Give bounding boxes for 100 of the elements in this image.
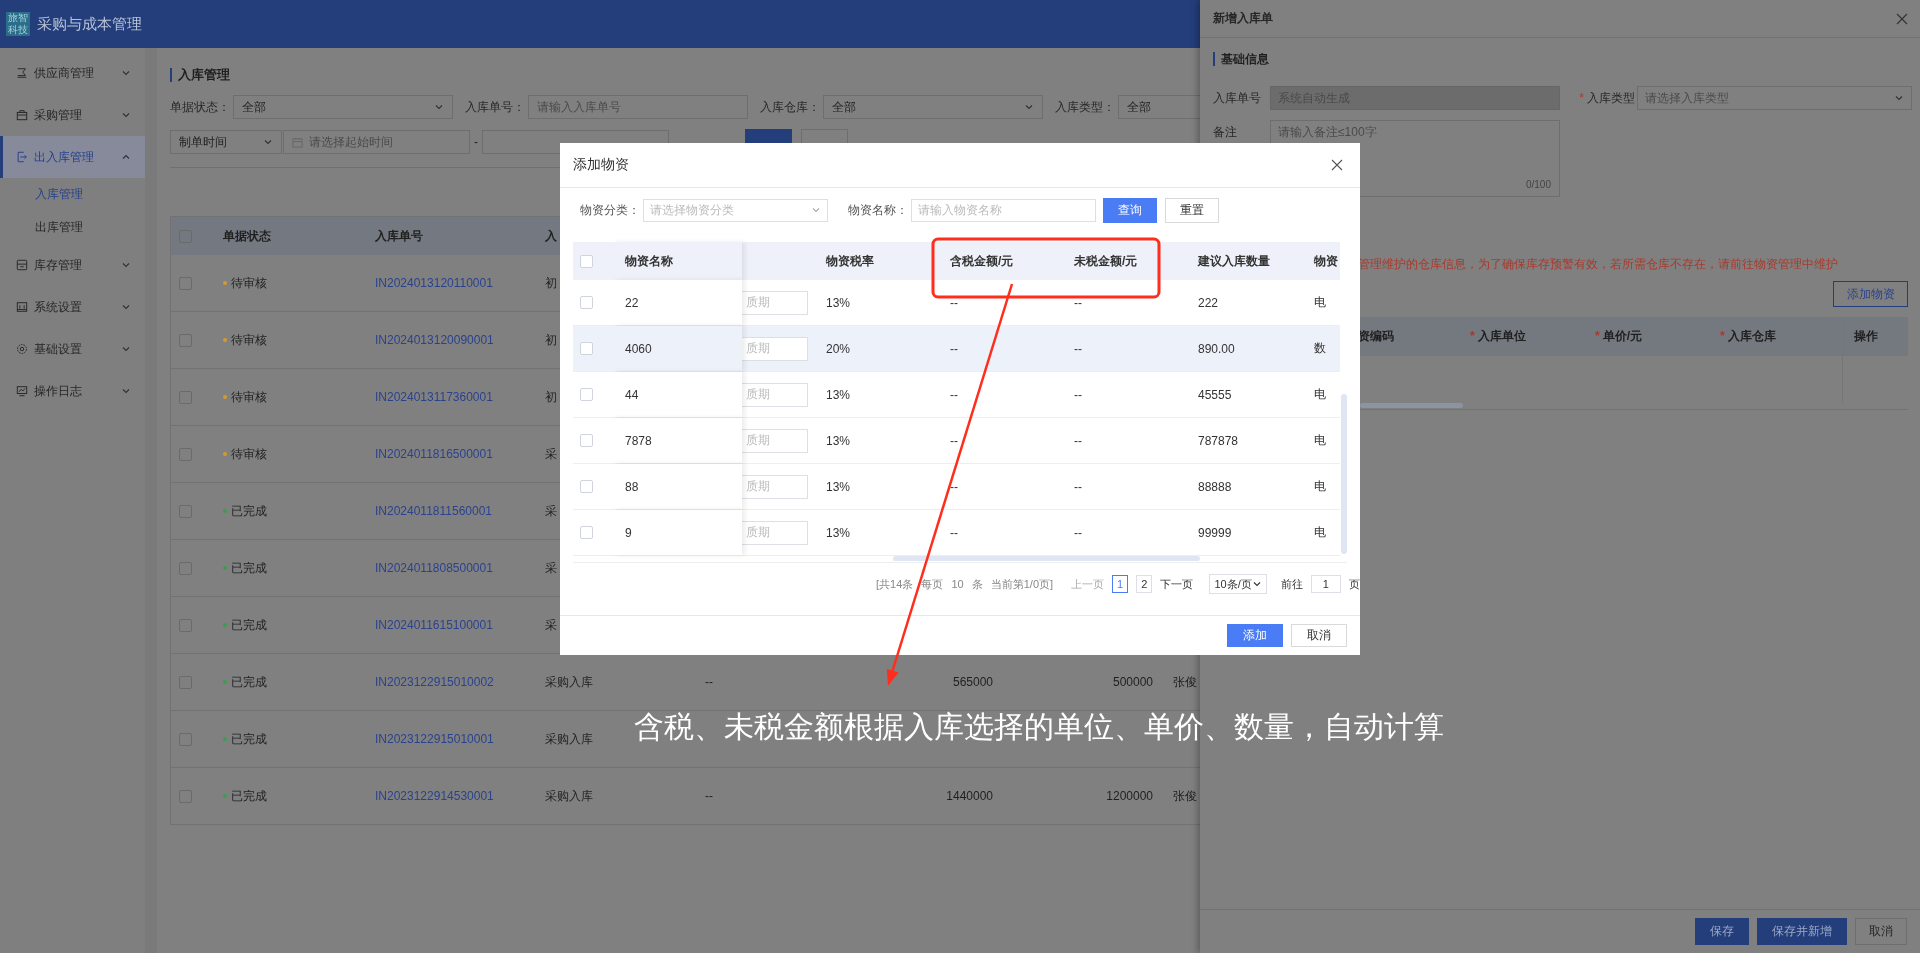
input-field[interactable]: 质期 — [742, 428, 808, 453]
page-number[interactable]: 2 — [1136, 575, 1153, 593]
chevron-down-icon — [1024, 102, 1034, 112]
footer-button[interactable]: 保存 — [1695, 918, 1749, 945]
status-text: 待审核 — [231, 445, 267, 463]
table-cell: 1200000 — [1106, 789, 1153, 803]
input-field[interactable]: 质期 — [742, 474, 808, 499]
nav-item[interactable]: 基础设置 — [0, 328, 145, 370]
order-number-link[interactable]: IN2024011811560001 — [375, 504, 492, 518]
chevron-down-icon — [434, 102, 444, 112]
pagination-summary: [共14条 每页 10 条 当前第1/0页] — [876, 576, 1054, 592]
select-field[interactable]: 制单时间 — [170, 130, 282, 154]
reset-button[interactable]: 重置 — [1165, 197, 1219, 223]
footer-button[interactable]: 取消 — [1291, 624, 1347, 647]
table-cell: 13% — [826, 525, 851, 540]
footer-button[interactable]: 添加 — [1227, 624, 1283, 647]
scrollbar[interactable] — [1341, 394, 1347, 554]
table-row[interactable]: 44 质期 13% -- -- 45555 电 — [573, 372, 1340, 418]
table-cell: 890.00 — [1198, 341, 1235, 356]
input-field[interactable]: 质期 — [742, 520, 808, 545]
user-icon — [16, 67, 28, 79]
table-row[interactable]: 88 质期 13% -- -- 88888 电 — [573, 464, 1340, 510]
column-header: 入 — [545, 227, 557, 245]
table-cell: 13% — [826, 387, 851, 402]
order-number-link[interactable]: IN2024013120110001 — [375, 276, 493, 290]
chevron-down-icon — [121, 386, 131, 396]
table-cell: 电 — [1314, 478, 1326, 495]
nav-subitem[interactable]: 出库管理 — [0, 211, 145, 244]
input-field[interactable]: 请输入物资名称 — [911, 198, 1096, 222]
status-text: 待审核 — [231, 331, 267, 349]
status-text: 待审核 — [231, 388, 267, 406]
table-cell: 初 — [545, 388, 557, 406]
table-row[interactable]: 9 质期 13% -- -- 99999 电 — [573, 510, 1340, 556]
table-cell: -- — [705, 675, 713, 689]
table-cell: -- — [1074, 433, 1082, 448]
order-number-link[interactable]: IN2024011816500001 — [375, 447, 493, 461]
table-cell: -- — [1074, 479, 1082, 494]
table-cell: 采 — [545, 616, 557, 634]
nav-item[interactable]: 库存管理 — [0, 244, 145, 286]
order-number-link[interactable]: IN2024011615100001 — [375, 618, 493, 632]
status-text: 已完成 — [231, 730, 267, 748]
table-cell: 4060 — [625, 341, 652, 356]
table-cell: 采 — [545, 559, 557, 577]
goto-label: 前往 — [1280, 576, 1303, 592]
page-size-select[interactable]: 10条/页 — [1209, 574, 1267, 594]
input-field[interactable]: 质期 — [742, 336, 808, 361]
table-cell: 99999 — [1198, 525, 1232, 540]
nav-item[interactable]: 出入库管理 — [0, 136, 145, 178]
table-cell: 500000 — [1112, 675, 1153, 689]
order-number-link[interactable]: IN2024013120090001 — [375, 333, 494, 347]
table-cell: 88888 — [1198, 479, 1232, 494]
column-header: * 入库仓库 — [1720, 328, 1776, 345]
table-cell: 13% — [826, 433, 851, 448]
nav-item[interactable]: 采购管理 — [0, 94, 145, 136]
order-number-link[interactable]: IN2023122915010002 — [375, 675, 494, 689]
nav-item[interactable]: 系统设置 — [0, 286, 145, 328]
table-cell: 565000 — [952, 675, 993, 689]
bag-icon — [16, 109, 28, 121]
select-field[interactable]: 全部 — [823, 95, 1043, 119]
page-input[interactable]: 1 — [1310, 575, 1341, 593]
order-number-link[interactable]: IN2024011808500001 — [375, 561, 493, 575]
table-row[interactable]: 7878 质期 13% -- -- 787878 电 — [573, 418, 1340, 464]
add-material-button[interactable]: 添加物资 — [1833, 281, 1908, 307]
table-cell: 采 — [545, 502, 557, 520]
scrollbar[interactable] — [893, 556, 1200, 561]
nav-subitem[interactable]: 入库管理 — [0, 178, 145, 211]
select-field[interactable]: 请选择物资分类 — [643, 198, 828, 222]
order-number-link[interactable]: IN2023122914530001 — [375, 789, 494, 803]
footer-button[interactable]: 取消 — [1855, 918, 1907, 945]
filter-label: 入库类型： — [1055, 98, 1115, 116]
table-row[interactable]: 4060 质期 20% -- -- 890.00 数 — [573, 326, 1340, 372]
select-field[interactable]: 全部 — [233, 95, 453, 119]
column-header: 入库单号 — [375, 227, 423, 245]
range-separator: - — [473, 135, 479, 149]
chevron-down-icon — [121, 344, 131, 354]
scrollbar[interactable] — [1360, 403, 1463, 408]
order-number-link[interactable]: IN2024013117360001 — [375, 390, 493, 404]
table-cell: 44 — [625, 387, 639, 402]
page-number[interactable]: 1 — [1112, 575, 1129, 593]
nav-item[interactable]: 操作日志 — [0, 370, 145, 412]
close-icon[interactable] — [1896, 12, 1908, 25]
next-page-link[interactable]: 下一页 — [1160, 576, 1194, 592]
table-cell: -- — [950, 387, 958, 402]
chevron-down-icon — [121, 68, 131, 78]
status-text: 已完成 — [231, 502, 267, 520]
table-cell: -- — [705, 789, 713, 803]
close-icon[interactable] — [1331, 159, 1343, 171]
nav-item[interactable]: 供应商管理 — [0, 52, 145, 94]
input-field[interactable]: 质期 — [742, 290, 808, 315]
footer-button[interactable]: 保存并新增 — [1757, 918, 1847, 945]
chevron-down-icon — [1251, 579, 1262, 589]
input-field[interactable]: 质期 — [742, 382, 808, 407]
prev-page-link[interactable]: 上一页 — [1071, 576, 1105, 592]
chevron-down-icon — [121, 302, 131, 312]
table-cell: -- — [1074, 295, 1082, 310]
search-button[interactable]: 查询 — [1103, 197, 1157, 223]
order-number-link[interactable]: IN2023122915010001 — [375, 732, 494, 746]
table-cell: 电 — [1314, 294, 1326, 311]
table-row[interactable]: 22 质期 13% -- -- 222 电 — [573, 280, 1340, 326]
annotation-text: 含税、未税金额根据入库选择的单位、单价、数量，自动计算 — [634, 709, 1444, 745]
